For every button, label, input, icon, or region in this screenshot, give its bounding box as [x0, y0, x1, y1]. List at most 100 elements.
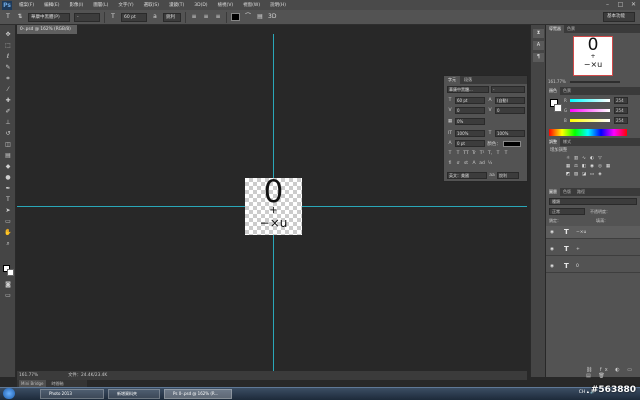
character-panel-icon[interactable]: A [533, 41, 544, 50]
tab-paths[interactable]: 路徑 [574, 188, 588, 196]
navigator-zoom-value[interactable]: 161.77% [548, 79, 566, 84]
dodge-tool-icon[interactable]: ● [3, 174, 13, 182]
screen-mode-icon[interactable]: ▭ [3, 292, 13, 300]
color-lookup-icon[interactable]: ▦ [605, 164, 611, 170]
vertical-scale-field[interactable]: 100% [455, 130, 485, 137]
panels-toggle-icon[interactable]: ▤ [256, 13, 264, 21]
align-right-icon[interactable]: ≡ [214, 13, 222, 21]
minimize-icon[interactable]: – [604, 1, 611, 8]
hue-icon[interactable]: ▦ [565, 164, 571, 170]
color-slider-g[interactable]: G 254 [564, 107, 638, 114]
taskbar-item-photoshop[interactable]: Ps 0-.psd @ 162% (R... [164, 389, 232, 399]
levels-icon[interactable]: ▥ [573, 156, 579, 162]
crop-tool-icon[interactable]: ⌗ [3, 75, 13, 83]
format-superscript[interactable]: T¹ [479, 151, 485, 156]
quick-select-tool-icon[interactable]: ✎ [3, 64, 13, 72]
photo-filter-icon[interactable]: ◉ [589, 164, 595, 170]
format-underline[interactable]: T [495, 151, 501, 156]
character-antialias-select[interactable]: 銳利 [497, 172, 519, 179]
text-color-swatch[interactable] [231, 13, 240, 21]
blend-mode-select[interactable]: 正常 [549, 208, 585, 215]
align-center-icon[interactable]: ≡ [202, 13, 210, 21]
align-left-icon[interactable]: ≡ [190, 13, 198, 21]
menu-edit[interactable]: 編輯(E) [39, 2, 64, 8]
layer-filter-select[interactable]: 種類 [549, 198, 637, 205]
tab-swatches-nav[interactable]: 色票 [564, 25, 578, 33]
document-canvas[interactable]: 0 + −×u [245, 175, 302, 235]
layer-row[interactable]: ◉ T −×u [546, 226, 640, 239]
b-bar[interactable] [570, 119, 610, 122]
format-T2[interactable]: T [455, 151, 461, 156]
workspace-switcher[interactable]: 基本功能 [603, 12, 635, 22]
layer-name[interactable]: 0 [576, 260, 579, 273]
taskbar-item-folder[interactable]: 新增資料夾 [108, 389, 160, 399]
tab-swatches[interactable]: 色票 [560, 87, 574, 95]
navigator-zoom-slider[interactable] [570, 81, 620, 83]
menu-image[interactable]: 影像(I) [64, 2, 88, 8]
tab-styles[interactable]: 樣式 [560, 138, 574, 146]
baseline-shift-field[interactable]: 0 pt [455, 140, 485, 147]
taskbar-item-photo[interactable]: Photo 2013 [40, 389, 104, 399]
quick-mask-icon[interactable]: ◙ [3, 281, 13, 289]
close-icon[interactable]: ✕ [630, 1, 637, 8]
invert-icon[interactable]: ◩ [565, 172, 571, 178]
ligature-icon[interactable]: fi [447, 161, 453, 166]
menu-type[interactable]: 文字(Y) [113, 2, 138, 8]
zoom-tool-icon[interactable]: ⌕ [3, 240, 13, 248]
eye-icon[interactable]: ◉ [550, 243, 556, 256]
start-button[interactable] [3, 388, 15, 399]
document-tab[interactable]: 0-.psd @ 162% (RGB/8) [17, 25, 77, 34]
brightness-icon[interactable]: ☼ [565, 156, 571, 162]
type-tool-icon[interactable]: T [4, 13, 12, 21]
tab-channels[interactable]: 色版 [560, 188, 574, 196]
clone-stamp-icon[interactable]: ⊥ [3, 119, 13, 127]
tab-color[interactable]: 顏色 [546, 87, 560, 95]
format-T1[interactable]: T [447, 151, 453, 156]
tracking-field[interactable]: 0 [495, 107, 525, 114]
tab-timeline[interactable]: 時間軸 [52, 380, 64, 387]
lasso-tool-icon[interactable]: ℓ [3, 53, 13, 61]
font-size-select[interactable]: 60 pt [121, 12, 147, 22]
gradient-tool-icon[interactable]: ▤ [3, 152, 13, 160]
r-value[interactable]: 254 [614, 97, 628, 104]
type-tool-icon[interactable]: T [3, 196, 13, 204]
tab-character[interactable]: 字元 [444, 76, 460, 84]
character-size-field[interactable]: 60 pt [455, 97, 485, 104]
kerning-field[interactable]: 0 [455, 107, 485, 114]
marquee-tool-icon[interactable]: ⬚ [3, 42, 13, 50]
tab-paragraph[interactable]: 段落 [460, 76, 476, 84]
titling-icon[interactable]: A [471, 161, 477, 166]
eyedropper-tool-icon[interactable]: ⁄ [3, 86, 13, 94]
vibrance-icon[interactable]: ▽ [597, 156, 603, 162]
eye-icon[interactable]: ◉ [550, 226, 556, 239]
tab-layers[interactable]: 圖層 [546, 188, 560, 196]
channel-mixer-icon[interactable]: ◎ [597, 164, 603, 170]
eraser-tool-icon[interactable]: ◫ [3, 141, 13, 149]
language-select[interactable]: 英文：美國 [447, 172, 487, 179]
tab-adjustments[interactable]: 調整 [546, 138, 560, 146]
format-smallcaps[interactable]: Tr [471, 151, 477, 156]
layer-name[interactable]: −×u [576, 226, 586, 239]
path-select-icon[interactable]: ➤ [3, 207, 13, 215]
fractions-icon[interactable]: ½ [487, 161, 493, 166]
layer-name[interactable]: + [576, 243, 580, 256]
orientation-toggle-icon[interactable]: ⇅ [16, 13, 24, 21]
color-background-swatch[interactable] [554, 104, 562, 112]
g-bar[interactable] [570, 109, 610, 112]
background-color-swatch[interactable] [7, 269, 14, 276]
menu-file[interactable]: 檔案(F) [14, 2, 39, 8]
maximize-icon[interactable]: □ [617, 1, 624, 8]
antialias-select[interactable]: 銳利 [163, 12, 181, 22]
format-strikethrough[interactable]: T [503, 151, 509, 156]
format-allcaps[interactable]: TT [463, 151, 469, 156]
eye-icon[interactable]: ◉ [550, 260, 556, 273]
curves-icon[interactable]: ∿ [581, 156, 587, 162]
warp-text-icon[interactable]: ⌒ [244, 13, 252, 21]
menu-window[interactable]: 視窗(W) [238, 2, 265, 8]
oldstyle-icon[interactable]: ơ [455, 161, 461, 166]
format-subscript[interactable]: T, [487, 151, 493, 156]
character-color-swatch[interactable] [503, 140, 521, 147]
layers-footer-icons[interactable]: ⛓ fx ◐ ▭ ▤ 🗑 [586, 367, 640, 379]
r-bar[interactable] [570, 99, 610, 102]
layer-row[interactable]: ◉ T 0 [546, 260, 640, 273]
